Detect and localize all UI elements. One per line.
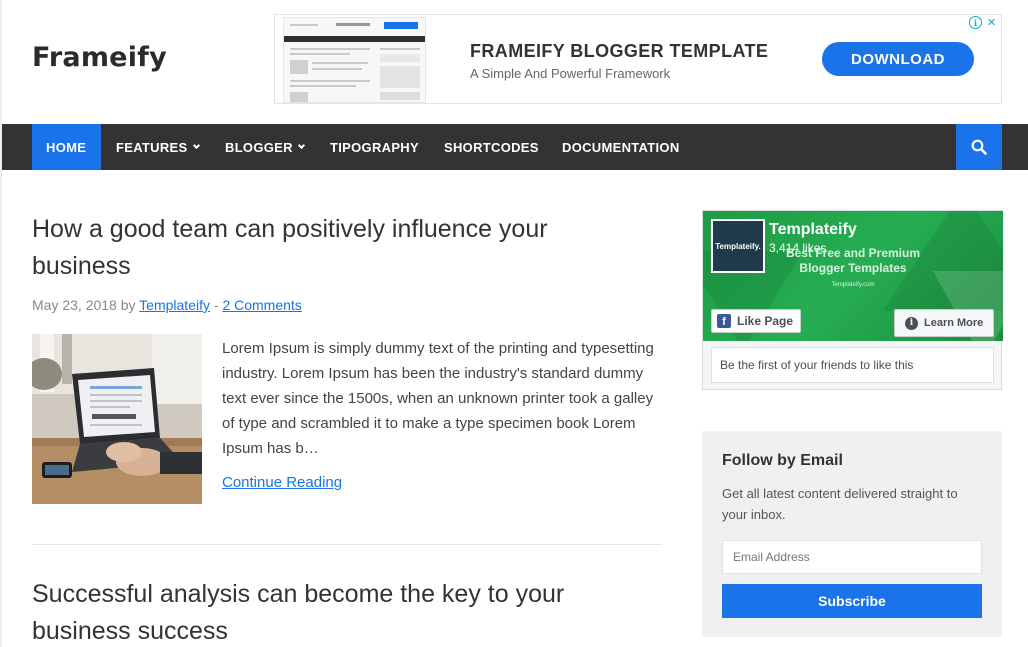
post-thumbnail[interactable] bbox=[32, 334, 202, 504]
post-date: May 23, 2018 bbox=[32, 297, 117, 313]
facebook-page-name[interactable]: Templateify bbox=[769, 221, 857, 239]
facebook-page-widget: Best Free and Premium Blogger Templates … bbox=[702, 210, 1003, 390]
ad-choices[interactable]: i ✕ bbox=[969, 16, 998, 29]
widget-title: Follow by Email bbox=[722, 452, 843, 469]
nav-item-features[interactable]: FEATURES bbox=[116, 124, 200, 170]
post-excerpt: Lorem Ipsum is simply dummy text of the … bbox=[222, 340, 654, 457]
main-navigation: HOME FEATURES BLOGGER TIPOGRAPHY SHORTCO… bbox=[2, 124, 1028, 170]
facebook-icon: f bbox=[717, 314, 731, 328]
nav-item-home[interactable]: HOME bbox=[32, 124, 101, 170]
chevron-down-icon bbox=[297, 141, 305, 149]
continue-reading-link[interactable]: Continue Reading bbox=[222, 474, 342, 491]
email-field[interactable] bbox=[722, 540, 982, 574]
ad-preview-thumbnail bbox=[283, 17, 426, 103]
follow-by-email-widget: Follow by Email Get all latest content d… bbox=[702, 431, 1002, 637]
ad-info-icon[interactable]: i bbox=[969, 16, 982, 29]
search-button[interactable] bbox=[956, 124, 1002, 170]
post-by: by bbox=[120, 297, 136, 313]
ad-download-button[interactable]: DOWNLOAD bbox=[822, 42, 974, 76]
nav-label: FEATURES bbox=[116, 139, 188, 155]
laptop-photo bbox=[32, 334, 202, 504]
nav-label: BLOGGER bbox=[225, 139, 293, 155]
subscribe-button[interactable]: Subscribe bbox=[722, 584, 982, 618]
site-logo[interactable]: Frameify bbox=[32, 42, 167, 73]
facebook-cover[interactable]: Best Free and Premium Blogger Templates … bbox=[703, 211, 1003, 341]
meta-separator: - bbox=[213, 297, 219, 313]
facebook-learn-label: Learn More bbox=[924, 317, 984, 329]
nav-item-shortcodes[interactable]: SHORTCODES bbox=[444, 124, 539, 170]
nav-item-documentation[interactable]: DOCUMENTATION bbox=[562, 124, 680, 170]
facebook-like-button[interactable]: f Like Page bbox=[711, 309, 801, 333]
nav-label: SHORTCODES bbox=[444, 139, 539, 155]
ad-subtitle: A Simple And Powerful Framework bbox=[470, 66, 671, 81]
chevron-down-icon bbox=[192, 141, 200, 149]
ad-close-icon[interactable]: ✕ bbox=[985, 16, 998, 29]
facebook-like-label: Like Page bbox=[737, 314, 794, 328]
info-icon: i bbox=[905, 316, 918, 330]
facebook-likes-count: 3,414 likes bbox=[769, 241, 827, 255]
post-meta: May 23, 2018 by Templateify - 2 Comments bbox=[32, 297, 302, 313]
facebook-avatar-text: Templateify. bbox=[715, 241, 761, 251]
page-left-border bbox=[0, 0, 2, 647]
search-icon bbox=[971, 139, 987, 155]
widget-description: Get all latest content delivered straigh… bbox=[722, 486, 958, 522]
post-title[interactable]: Successful analysis can become the key t… bbox=[32, 576, 632, 647]
header-ad-banner[interactable]: FRAMEIFY BLOGGER TEMPLATE A Simple And P… bbox=[274, 14, 1002, 104]
post-author-link[interactable]: Templateify bbox=[139, 297, 210, 313]
post-comments-link[interactable]: 2 Comments bbox=[222, 297, 301, 313]
nav-item-blogger[interactable]: BLOGGER bbox=[225, 124, 305, 170]
nav-label: HOME bbox=[46, 139, 87, 155]
facebook-friends-text: Be the first of your friends to like thi… bbox=[711, 347, 994, 383]
facebook-cover-site: Templateify.com bbox=[831, 282, 875, 288]
ad-title[interactable]: FRAMEIFY BLOGGER TEMPLATE bbox=[470, 41, 768, 62]
facebook-learn-more-button[interactable]: i Learn More bbox=[894, 309, 994, 337]
nav-label: DOCUMENTATION bbox=[562, 139, 680, 155]
post-title[interactable]: How a good team can positively influence… bbox=[32, 211, 632, 285]
post-divider bbox=[32, 544, 662, 545]
facebook-page-avatar[interactable]: Templateify. bbox=[711, 219, 765, 273]
nav-label: TIPOGRAPHY bbox=[330, 139, 419, 155]
nav-item-tipography[interactable]: TIPOGRAPHY bbox=[330, 124, 419, 170]
